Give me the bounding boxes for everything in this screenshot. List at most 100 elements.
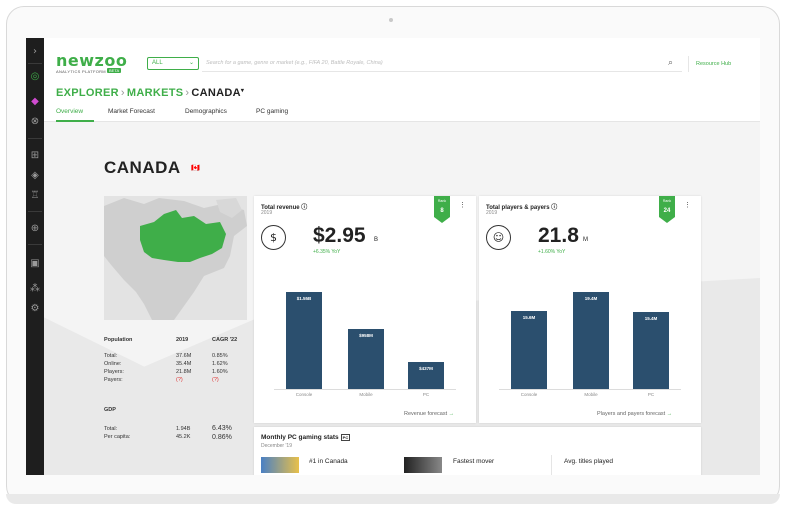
header: newzoo ANALYTICS PLATFORM BETA ALL ⌄ Sea… <box>44 38 760 122</box>
stat-label: Total: <box>104 353 118 359</box>
revenue-value: $2.95 <box>313 224 366 247</box>
players-card: Total players & payers ⓘ 2019 Rank 24 ⋮ … <box>479 196 701 423</box>
monthly-title-text: Monthly PC gaming stats <box>261 434 339 441</box>
gdp-label: Total: <box>104 426 118 432</box>
fastest-mover-label: Fastest mover <box>453 458 495 465</box>
gdp-cagr: 6.43% <box>212 425 232 432</box>
rank-label: Rank <box>662 199 672 203</box>
revenue-card: Total revenue ⓘ 2019 Rank 8 ⋮ $ $2.95 B … <box>254 196 476 423</box>
target-icon[interactable]: ⊕ <box>29 223 41 235</box>
breadcrumb-separator: › <box>185 87 190 99</box>
category-label: Console <box>295 392 313 397</box>
chart-bar[interactable]: 15.6M <box>511 311 547 389</box>
revenue-forecast-link[interactable]: Revenue forecast → <box>404 411 454 417</box>
gdp-cagr: 0.86% <box>212 434 232 441</box>
breadcrumb-explorer[interactable]: EXPLORER <box>56 87 119 99</box>
monthly-title: Monthly PC gaming stats PC <box>261 434 351 441</box>
sidebar: › ◎ ◆ ⊗ ⊞ ◈ ♖ ⊕ ▣ ⁂ ⚙ <box>26 38 44 475</box>
camera-dot <box>389 18 393 22</box>
globe-icon[interactable]: ◎ <box>29 71 41 83</box>
trophy-icon[interactable]: ♖ <box>29 190 41 202</box>
stat-cagr: 0.85% <box>212 353 228 359</box>
gdp-header: GDP <box>104 407 116 413</box>
game-thumbnail[interactable] <box>404 457 442 473</box>
stat-cagr: 1.62% <box>212 361 228 367</box>
rank-number: 8 <box>440 208 444 214</box>
filter-select[interactable]: ALL ⌄ <box>147 57 199 70</box>
revenue-unit: B <box>374 237 379 243</box>
stat-cagr[interactable]: (?) <box>212 377 219 383</box>
rank-label: Rank <box>437 199 447 203</box>
tag-icon[interactable]: ◆ <box>29 96 41 108</box>
avg-titles-label: Avg. titles played <box>564 458 614 465</box>
resource-hub-button[interactable]: Resource Hub <box>688 56 743 72</box>
person-icon: ☺ <box>486 225 511 250</box>
bar-value-label: 19.4M <box>584 296 598 301</box>
stat-label: Players: <box>104 369 124 375</box>
players-unit: M <box>583 237 588 243</box>
bar-value-label: $958M <box>359 333 373 339</box>
arrow-right-icon: → <box>666 411 673 417</box>
breadcrumb-current[interactable]: CANADA <box>191 87 240 99</box>
map-svg <box>104 198 247 320</box>
revenue-forecast-link-text: Revenue forecast <box>404 411 448 417</box>
breadcrumb-markets[interactable]: MARKETS <box>127 87 184 99</box>
chart-baseline <box>499 389 681 390</box>
rank-badge: Rank 8 <box>434 196 450 223</box>
gamepad-icon[interactable]: ⊞ <box>29 150 41 162</box>
compass-icon[interactable]: ⊗ <box>29 116 41 128</box>
sidebar-divider <box>28 63 42 64</box>
more-options-icon[interactable]: ⋮ <box>684 201 691 209</box>
arrow-right-icon: → <box>448 411 455 417</box>
category-label: Mobile <box>584 392 598 397</box>
stat-label: Payers: <box>104 377 123 383</box>
more-options-icon[interactable]: ⋮ <box>459 201 466 209</box>
players-forecast-link-text: Players and payers forecast <box>597 411 666 417</box>
people-icon[interactable]: ⁂ <box>29 283 41 295</box>
tab-overview[interactable]: Overview <box>56 108 83 115</box>
search-input[interactable]: Search for a game, genre or market (e.g.… <box>202 56 682 72</box>
search-icon[interactable]: ⌕ <box>668 58 673 68</box>
chart-bar[interactable]: 15.4M <box>633 312 669 389</box>
sidebar-divider <box>28 138 42 139</box>
players-forecast-link[interactable]: Players and payers forecast → <box>597 411 672 417</box>
settings-icon[interactable]: ⚙ <box>29 303 41 315</box>
players-growth: +1.60% YoY <box>538 249 566 255</box>
chart-bar[interactable]: $1.55B <box>286 292 322 389</box>
bar-value-label: 15.4M <box>644 316 658 321</box>
tab-market-forecast[interactable]: Market Forecast <box>108 108 155 115</box>
bar-value-label: 15.6M <box>522 315 536 320</box>
country-map[interactable] <box>104 196 247 320</box>
pc-tag: PC <box>340 434 351 441</box>
breadcrumb: EXPLORER › MARKETS › CANADA▾ <box>56 87 244 99</box>
category-label: Console <box>520 392 538 397</box>
tab-demographics[interactable]: Demographics <box>185 108 227 115</box>
cagr-header: CAGR '22 <box>212 337 238 343</box>
sidebar-divider <box>28 244 42 245</box>
stat-value: 35.4M <box>176 361 192 367</box>
page-title: CANADA <box>104 158 181 177</box>
caret-down-icon[interactable]: ▾ <box>241 88 244 94</box>
game-thumbnail[interactable] <box>261 457 299 473</box>
stat-value: 21.8M <box>176 369 192 375</box>
stat-cagr: 1.60% <box>212 369 228 375</box>
money-bag-icon: $ <box>261 225 286 250</box>
revenue-growth: +6.35% YoY <box>313 249 341 255</box>
chart-bar[interactable]: $437M <box>408 361 444 389</box>
tab-pc-gaming[interactable]: PC gaming <box>256 108 288 115</box>
info-icon[interactable]: ⓘ <box>551 205 557 211</box>
info-icon[interactable]: ⓘ <box>301 205 307 211</box>
gdp-value: 45.2K <box>176 434 191 440</box>
stat-value[interactable]: (?) <box>176 377 183 383</box>
shield-icon[interactable]: ◈ <box>29 170 41 182</box>
chart-bar[interactable]: 19.4M <box>573 292 609 389</box>
active-tab-indicator <box>56 120 94 122</box>
filter-value: ALL <box>152 60 163 66</box>
chart-bar[interactable]: $958M <box>348 329 384 389</box>
chevron-right-icon[interactable]: › <box>29 46 41 58</box>
sidebar-divider <box>28 211 42 212</box>
bar-value-label: $1.55B <box>296 296 312 302</box>
video-icon[interactable]: ▣ <box>29 258 41 270</box>
divider <box>551 455 552 475</box>
breadcrumb-separator: › <box>120 87 125 99</box>
